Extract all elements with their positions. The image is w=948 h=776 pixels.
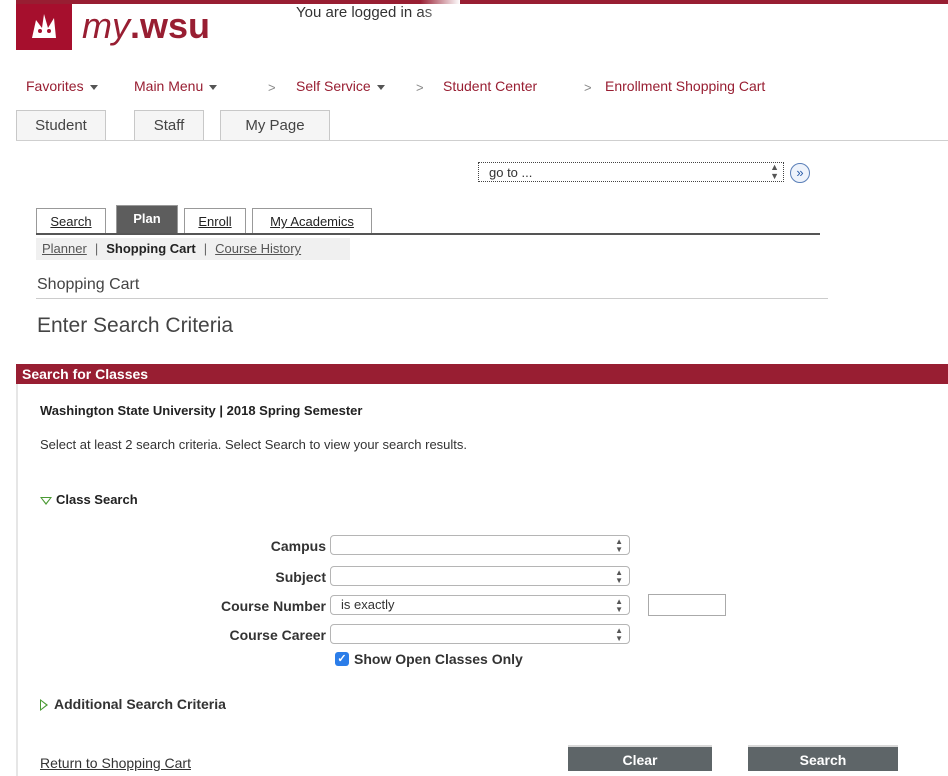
course-number-label: Course Number [220,598,326,614]
self-service-menu[interactable]: Self Service [296,78,385,94]
shopping-cart-heading: Shopping Cart [37,276,140,293]
go-button[interactable]: » [790,163,810,183]
class-search-toggle[interactable]: Class Search [40,492,138,507]
breadcrumb-separator-icon: > [416,80,424,95]
cougar-head-icon [32,14,56,38]
subnav-divider: | [94,241,99,256]
tab-search[interactable]: Search [36,208,106,234]
collapsed-triangle-icon [40,699,48,712]
select-arrows-icon: ▲ ▼ [615,568,623,585]
search-button[interactable]: Search [748,745,898,771]
favorites-menu[interactable]: Favorites [26,78,98,94]
return-to-cart-link[interactable]: Return to Shopping Cart [40,755,191,771]
expanded-triangle-icon [40,496,52,505]
caret-down-icon [376,84,385,90]
breadcrumb-student-center[interactable]: Student Center [443,78,537,94]
clear-button[interactable]: Clear [568,745,712,771]
subject-label: Subject [275,569,326,585]
logo-wsu-text: .wsu [130,5,211,46]
tab-search-label: Search [50,214,92,229]
main-menu[interactable]: Main Menu [134,78,218,94]
course-career-label: Course Career [229,627,327,643]
course-career-select[interactable]: ▲ ▼ [330,624,630,644]
select-arrows-icon: ▲ ▼ [770,162,779,181]
search-for-classes-header: Search for Classes [16,364,948,384]
tab-my-page[interactable]: My Page [220,110,330,141]
page-title: Enter Search Criteria [37,314,234,337]
subnav-divider: | [203,241,208,256]
brand-top-bar [16,0,948,4]
logo-my-text: my [82,5,130,46]
breadcrumb-separator-icon: > [584,80,592,95]
sub-tab-rule [36,233,820,235]
subnav-shopping-cart: Shopping Cart [106,241,196,256]
subject-select[interactable]: ▲ ▼ [330,566,630,586]
caret-down-icon [209,84,218,90]
additional-criteria-label: Additional Search Criteria [54,696,226,712]
heading-divider [36,298,828,299]
select-arrows-icon: ▲ ▼ [615,537,623,554]
tab-my-academics[interactable]: My Academics [252,208,372,234]
breadcrumb-enrollment-cart[interactable]: Enrollment Shopping Cart [605,78,765,94]
login-status: You are logged in as [296,4,433,21]
open-classes-checkbox[interactable]: ✓ [335,652,349,666]
class-search-heading: Class Search [56,492,138,507]
institution-term: Washington State University | 2018 Sprin… [40,403,363,418]
goto-select-value: go to ... [489,165,533,180]
course-number-input[interactable] [648,594,726,616]
subnav-planner-link[interactable]: Planner [42,241,87,256]
tab-staff[interactable]: Staff [134,110,204,141]
course-number-operator-select[interactable]: is exactly ▲ ▼ [330,595,630,615]
caret-down-icon [89,84,98,90]
tab-plan[interactable]: Plan [116,205,178,234]
main-menu-label: Main Menu [134,78,204,94]
tab-divider [16,140,948,141]
tab-my-academics-label: My Academics [270,214,354,229]
sub-navigation: Planner | Shopping Cart | Course History [36,238,350,260]
subnav-course-history-link[interactable]: Course History [215,241,301,256]
campus-select[interactable]: ▲ ▼ [330,535,630,555]
breadcrumb-separator-icon: > [268,80,276,95]
favorites-label: Favorites [26,78,84,94]
course-number-operator-value: is exactly [341,597,395,612]
login-fade [420,0,460,40]
mywsu-logo[interactable]: my.wsu [82,6,210,46]
tab-enroll-label: Enroll [198,214,232,229]
open-classes-label[interactable]: Show Open Classes Only [354,651,523,667]
tab-student[interactable]: Student [16,110,106,141]
search-hint: Select at least 2 search criteria. Selec… [40,437,468,452]
self-service-label: Self Service [296,78,371,94]
additional-criteria-toggle[interactable]: Additional Search Criteria [40,696,226,712]
select-arrows-icon: ▲ ▼ [615,626,623,643]
tab-enroll[interactable]: Enroll [184,208,246,234]
section-title: Search for Classes [22,366,149,382]
wsu-cougar-logo[interactable] [16,4,72,50]
select-arrows-icon: ▲ ▼ [615,597,623,614]
goto-select[interactable]: go to ... ▲ ▼ [478,162,784,182]
campus-label: Campus [270,538,326,554]
